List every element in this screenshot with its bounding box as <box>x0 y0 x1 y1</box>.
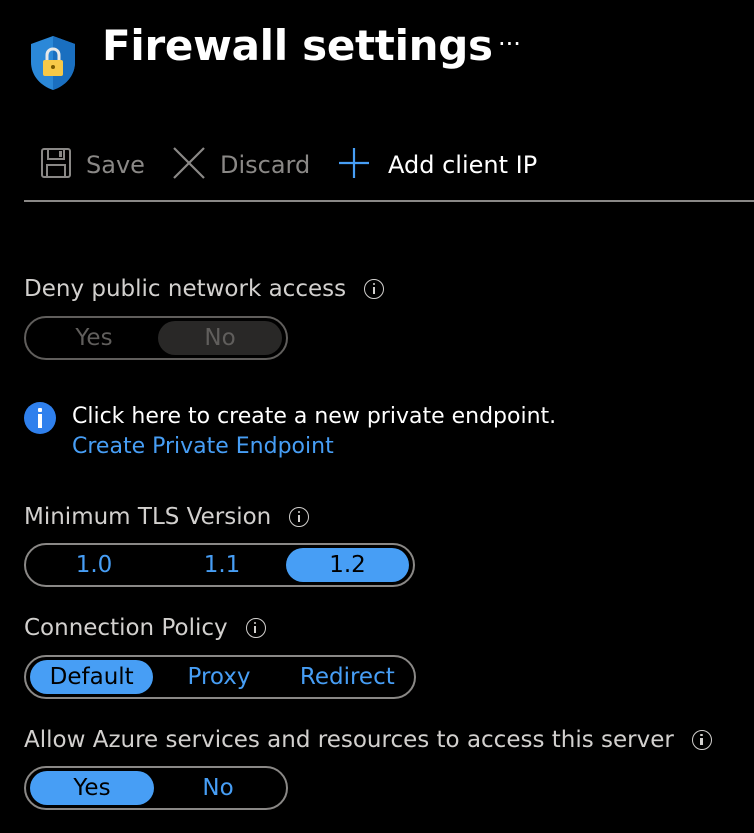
option-no[interactable]: No <box>154 771 282 805</box>
add-client-ip-button[interactable]: Add client IP <box>338 140 537 190</box>
connection-policy-text: Connection Policy <box>24 615 228 641</box>
save-label: Save <box>86 151 145 179</box>
info-icon[interactable] <box>364 279 385 299</box>
deny-public-access-label: Deny public network access <box>24 276 385 302</box>
save-icon <box>40 147 72 183</box>
min-tls-text: Minimum TLS Version <box>24 504 272 530</box>
discard-label: Discard <box>220 151 311 179</box>
option-redirect[interactable]: Redirect <box>285 660 410 694</box>
allow-azure-services-label: Allow Azure services and resources to ac… <box>24 727 712 753</box>
info-icon[interactable] <box>245 618 266 638</box>
option-no[interactable]: No <box>158 321 282 355</box>
option-yes[interactable]: Yes <box>30 771 154 805</box>
connection-policy-toggle[interactable]: Default Proxy Redirect <box>24 655 416 699</box>
close-icon <box>172 146 206 184</box>
info-filled-icon <box>24 402 56 434</box>
page-title: Firewall settings <box>102 21 493 70</box>
command-toolbar: Save Discard Add client IP <box>24 140 754 202</box>
option-tls-1-2[interactable]: 1.2 <box>286 548 409 582</box>
more-options-button[interactable]: ··· <box>498 30 521 58</box>
create-private-endpoint-link[interactable]: Create Private Endpoint <box>72 434 334 459</box>
min-tls-label: Minimum TLS Version <box>24 504 310 530</box>
min-tls-toggle[interactable]: 1.0 1.1 1.2 <box>24 543 415 587</box>
banner-message: Click here to create a new private endpo… <box>72 404 557 429</box>
option-proxy[interactable]: Proxy <box>153 660 284 694</box>
add-icon <box>338 147 370 183</box>
page-header: Firewall settings ··· <box>0 0 754 120</box>
option-tls-1-1[interactable]: 1.1 <box>158 548 286 582</box>
allow-azure-services-toggle[interactable]: Yes No <box>24 766 288 810</box>
option-yes[interactable]: Yes <box>30 321 158 355</box>
save-button[interactable]: Save <box>40 140 145 190</box>
deny-public-access-toggle[interactable]: Yes No <box>24 316 288 360</box>
option-tls-1-0[interactable]: 1.0 <box>30 548 158 582</box>
shield-lock-icon <box>31 36 75 90</box>
connection-policy-label: Connection Policy <box>24 615 266 641</box>
discard-button[interactable]: Discard <box>172 140 310 190</box>
info-icon[interactable] <box>691 730 712 750</box>
info-icon[interactable] <box>289 507 310 527</box>
add-client-ip-label: Add client IP <box>388 151 538 179</box>
allow-azure-services-text: Allow Azure services and resources to ac… <box>24 727 674 753</box>
option-default[interactable]: Default <box>30 660 154 694</box>
deny-public-access-text: Deny public network access <box>24 276 347 302</box>
